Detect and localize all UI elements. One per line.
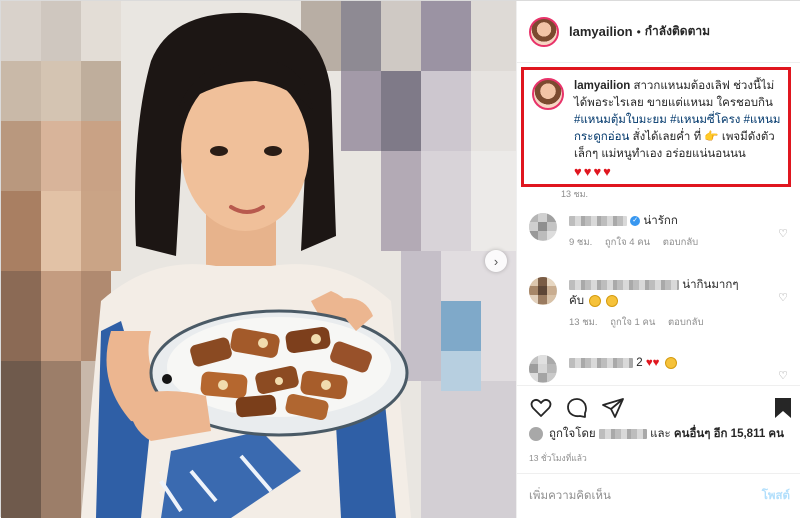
- caption-hearts: ♥♥♥♥: [574, 164, 613, 179]
- heart-eyes-emoji-icon: [664, 356, 677, 369]
- comment-hearts: ♥♥: [645, 357, 660, 369]
- comment-body: ✓ น่ารักก 9 ชม. ถูกใจ 4 คน ตอบกลับ: [569, 213, 769, 271]
- blurred-liker-name[interactable]: [598, 429, 647, 439]
- caption-line2: สั่งได้เลยค่ำ ที่: [632, 131, 702, 143]
- comment-likes[interactable]: ถูกใจ 1 คน: [610, 317, 655, 328]
- bookmark-icon[interactable]: [771, 396, 795, 420]
- add-comment-bar: เพิ่มความคิดเห็น โพสต์: [517, 473, 800, 518]
- comment-body: 2 ♥♥: [569, 355, 769, 389]
- caption-highlight-box: lamyailion สาวกแหนมต้องเลิฟ ช่วงนี้ไม่ได…: [521, 67, 791, 187]
- blurred-username[interactable]: [569, 357, 633, 368]
- post-side-panel: lamyailion • กำลังติดตาม lamyailion สาวก…: [516, 1, 800, 518]
- hashtag-2[interactable]: #แหนมซี่โครง: [670, 114, 740, 126]
- post-timestamp[interactable]: 13 ชั่วโมงที่แล้ว: [529, 451, 587, 465]
- post-header: lamyailion • กำลังติดตาม: [517, 1, 800, 63]
- separator-dot: •: [636, 24, 641, 39]
- post-comment-button[interactable]: โพสต์: [762, 487, 790, 505]
- likes-and: และ: [650, 428, 671, 440]
- comment-like-heart-icon[interactable]: ♡: [778, 291, 788, 304]
- caption-avatar[interactable]: [532, 78, 564, 110]
- likes-prefix: ถูกใจโดย: [549, 428, 596, 440]
- blurred-username[interactable]: [569, 215, 627, 226]
- instagram-post-window: › lamyailion • กำลังติดตาม lamyailion สา…: [0, 0, 800, 518]
- pointing-hand-icon: 👉: [704, 131, 719, 143]
- commenter-avatar[interactable]: [529, 355, 557, 383]
- comment-meta: 13 ชม. ถูกใจ 1 คน ตอบกลับ: [569, 315, 769, 331]
- caption-username[interactable]: lamyailion: [574, 80, 630, 92]
- avatar[interactable]: [529, 16, 559, 47]
- comment-text-2: คับ: [569, 295, 584, 307]
- comment-text: 2: [636, 357, 643, 369]
- comment-time: 9 ชม.: [569, 237, 593, 248]
- caption-time: 13 ชม.: [561, 189, 589, 199]
- next-photo-button[interactable]: ›: [485, 250, 507, 272]
- share-icon[interactable]: [601, 396, 625, 420]
- reply-button[interactable]: ตอบกลับ: [663, 237, 699, 248]
- likes-summary: ถูกใจโดย และ คนอื่นๆ อีก 15,811 คน: [529, 425, 784, 443]
- heart-icon[interactable]: [529, 396, 553, 420]
- grinning-emoji-icon: [589, 294, 602, 307]
- comment-like-heart-icon[interactable]: ♡: [778, 369, 788, 382]
- likes-count[interactable]: คนอื่นๆ อีก 15,811 คน: [674, 425, 784, 443]
- verified-badge-icon: ✓: [630, 215, 641, 226]
- comment-text: น่ากินมากๆ: [682, 279, 739, 291]
- chevron-right-icon: ›: [493, 253, 499, 269]
- comment-item: น่ากินมากๆ คับ 13 ชม. ถูกใจ 1 คน ตอบกลับ…: [517, 271, 800, 349]
- grinning-emoji-icon: [606, 294, 619, 307]
- header-username[interactable]: lamyailion: [569, 24, 633, 39]
- post-photo[interactable]: ›: [1, 1, 516, 518]
- comment-meta: 9 ชม. ถูกใจ 4 คน ตอบกลับ: [569, 235, 769, 251]
- comment-icon[interactable]: [565, 396, 589, 420]
- photo-illustration: [1, 1, 516, 518]
- comment-text: น่ารักก: [643, 215, 678, 227]
- comment-body: น่ากินมากๆ คับ 13 ชม. ถูกใจ 1 คน ตอบกลับ: [569, 277, 769, 349]
- comment-likes[interactable]: ถูกใจ 4 คน: [605, 237, 650, 248]
- commenter-avatar[interactable]: [529, 213, 557, 241]
- reply-button[interactable]: ตอบกลับ: [668, 317, 704, 328]
- caption-text: lamyailion สาวกแหนมต้องเลิฟ ช่วงนี้ไม่ได…: [574, 78, 782, 180]
- blurred-username[interactable]: [569, 279, 679, 290]
- comment-item: 2 ♥♥ ♡: [517, 349, 800, 389]
- hashtag-1[interactable]: #แหนมตุ้มใบมะยม: [574, 114, 667, 126]
- comment-list: ✓ น่ารักก 9 ชม. ถูกใจ 4 คน ตอบกลับ ♡ น่า…: [517, 207, 800, 389]
- comment-like-heart-icon[interactable]: ♡: [778, 227, 788, 240]
- commenter-avatar[interactable]: [529, 277, 557, 305]
- action-bar: [517, 385, 800, 427]
- comment-item: ✓ น่ารักก 9 ชม. ถูกใจ 4 คน ตอบกลับ ♡: [517, 207, 800, 271]
- comment-input[interactable]: เพิ่มความคิดเห็น: [529, 487, 762, 505]
- liker-avatar[interactable]: [529, 427, 543, 441]
- comment-time: 13 ชม.: [569, 317, 598, 328]
- following-button[interactable]: กำลังติดตาม: [645, 22, 710, 41]
